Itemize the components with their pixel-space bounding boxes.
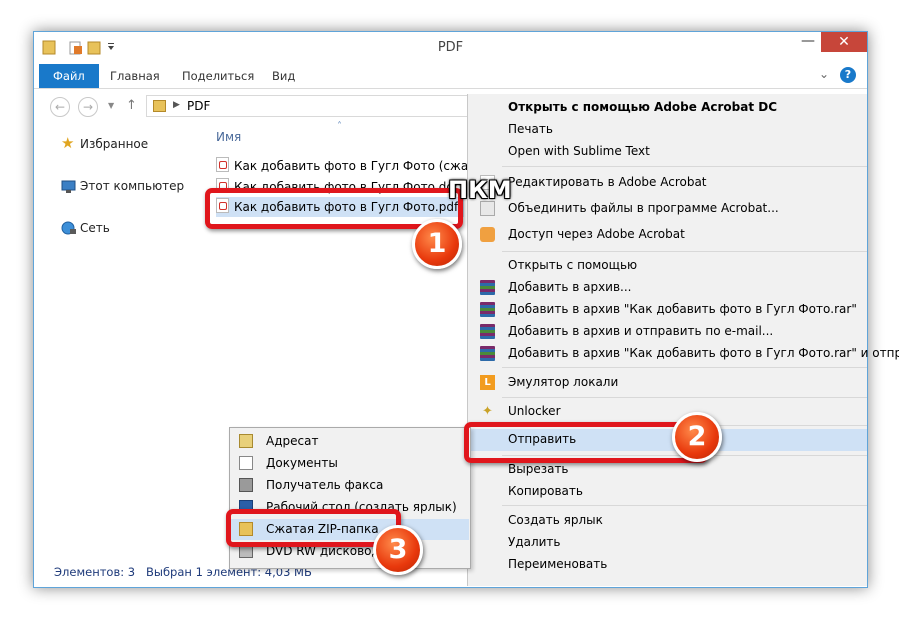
menu-separator [502,367,867,368]
address-bar[interactable]: ▶ PDF [146,95,468,117]
winrar-icon [480,324,495,339]
menu-item-add-rar[interactable]: Добавить в архив "Как добавить фото в Гу… [468,299,867,320]
menu-item-label: Добавить в архив... [508,280,632,294]
documents-icon [239,456,253,470]
menu-item-add-email[interactable]: Добавить в архив и отправить по e-mail..… [468,321,867,342]
file-row[interactable]: Как добавить фото в Гугл Фото (сжаты... [216,156,496,176]
menu-item-delete[interactable]: Удалить [468,532,867,553]
menu-item-label: Эмулятор локали [508,375,619,389]
menu-item-unlocker[interactable]: ✦ Unlocker [468,401,867,422]
sort-indicator-icon: ˄ [337,121,342,132]
menu-item-label: Доступ через Adobe Acrobat [508,227,685,241]
menu-item-open-sublime[interactable]: Open with Sublime Text [468,141,867,162]
menu-item-access-acrobat[interactable]: Доступ через Adobe Acrobat [468,224,867,245]
recent-dropdown-icon[interactable]: ▼ [108,101,114,110]
up-button[interactable]: ↑ [126,98,137,113]
tab-file[interactable]: Файл [39,64,99,88]
menu-separator [502,505,867,506]
column-header-name[interactable]: Имя [216,130,241,144]
close-button[interactable]: ✕ [821,32,867,52]
ribbon-tabs: Файл Главная Поделиться Вид ⌄ ? [34,64,867,89]
wand-icon: ✦ [482,404,493,419]
title-bar: PDF — ✕ [34,32,867,64]
annotation-box-send-to [464,422,708,463]
annotation-label-pkm: ПКМ [448,176,512,204]
menu-item-add-archive[interactable]: Добавить в архив... [468,277,867,298]
minimize-button[interactable]: — [795,32,821,52]
file-name: Как добавить фото в Гугл Фото (сжаты... [234,159,497,173]
help-icon[interactable]: ? [840,67,856,83]
fax-icon [239,478,253,492]
menu-item-locale-emulator[interactable]: L Эмулятор локали [468,372,867,393]
acrobat-access-icon [480,227,495,242]
menu-item-print[interactable]: Печать [468,119,867,140]
menu-item-label: Копировать [508,484,583,498]
ribbon-expand-icon[interactable]: ⌄ [819,67,829,81]
menu-item-label: Открыть с помощью [508,258,638,272]
menu-item-label: Добавить в архив "Как добавить фото в Гу… [508,302,857,316]
back-button[interactable]: ← [50,97,70,117]
menu-item-label: Создать ярлык [508,513,603,527]
nav-item-network[interactable]: Сеть [80,219,110,237]
menu-separator [502,166,867,167]
menu-item-label: Объединить файлы в программе Acrobat... [508,201,779,215]
forward-button[interactable]: → [78,97,98,117]
context-menu: Открыть с помощью Adobe Acrobat DC Печат… [467,94,899,586]
menu-item-rename[interactable]: Переименовать [468,554,867,575]
winrar-icon [480,302,495,317]
mail-recipient-icon [239,434,253,448]
menu-item-open-with[interactable]: Открыть с помощью [468,255,867,276]
window-title: PDF [437,40,464,55]
annotation-badge-2: 2 [672,412,722,462]
navigation-pane: ★ Избранное Этот компьютер Сеть [34,124,198,554]
menu-item-label: Удалить [508,535,561,549]
annotation-badge-3: 3 [373,525,423,575]
menu-item-label: Открыть с помощью Adobe Acrobat DC [508,100,777,114]
submenu-item-label: Адресат [266,434,319,448]
star-icon: ★ [61,134,75,152]
menu-item-label: Добавить в архив "Как добавить фото в Гу… [508,346,899,360]
menu-item-add-rar-email[interactable]: Добавить в архив "Как добавить фото в Гу… [468,343,899,364]
annotation-badge-1: 1 [412,219,462,269]
path-separator-icon: ▶ [173,100,180,110]
locale-emulator-icon: L [480,375,495,390]
submenu-item-fax[interactable]: Получатель факса [231,475,469,496]
menu-separator [502,397,867,398]
computer-icon [61,180,76,193]
menu-item-label: Добавить в архив и отправить по e-mail..… [508,324,774,338]
menu-item-label: Open with Sublime Text [508,144,650,158]
nav-item-favorites[interactable]: Избранное [80,135,148,153]
menu-item-create-shortcut[interactable]: Создать ярлык [468,510,867,531]
submenu-item-mail-recipient[interactable]: Адресат [231,431,469,452]
folder-icon [153,100,166,112]
network-icon [61,221,76,235]
menu-item-label: Переименовать [508,557,608,571]
pdf-file-icon [216,157,229,172]
menu-item-edit-acrobat[interactable]: Редактировать в Adobe Acrobat [468,172,867,193]
submenu-item-documents[interactable]: Документы [231,453,469,474]
menu-item-combine-acrobat[interactable]: Объединить файлы в программе Acrobat... [468,198,867,219]
winrar-icon [480,346,495,361]
submenu-item-label: Получатель факса [266,478,384,492]
submenu-item-label: Документы [266,456,338,470]
tab-view[interactable]: Вид [262,64,305,88]
menu-separator [502,251,867,252]
address-path[interactable]: PDF [187,99,210,113]
tab-share[interactable]: Поделиться [172,64,264,88]
winrar-icon [480,280,495,295]
menu-item-label: Редактировать в Adobe Acrobat [508,175,707,189]
menu-item-copy[interactable]: Копировать [468,481,867,502]
menu-item-label: Unlocker [508,404,561,418]
send-to-submenu: Адресат Документы Получатель факса Рабоч… [229,427,471,569]
menu-item-open-acrobat[interactable]: Открыть с помощью Adobe Acrobat DC [468,97,867,118]
tab-home[interactable]: Главная [100,64,170,88]
status-item-count: Элементов: 3 [54,565,136,579]
nav-item-this-pc[interactable]: Этот компьютер [80,177,184,195]
menu-item-label: Печать [508,122,553,136]
